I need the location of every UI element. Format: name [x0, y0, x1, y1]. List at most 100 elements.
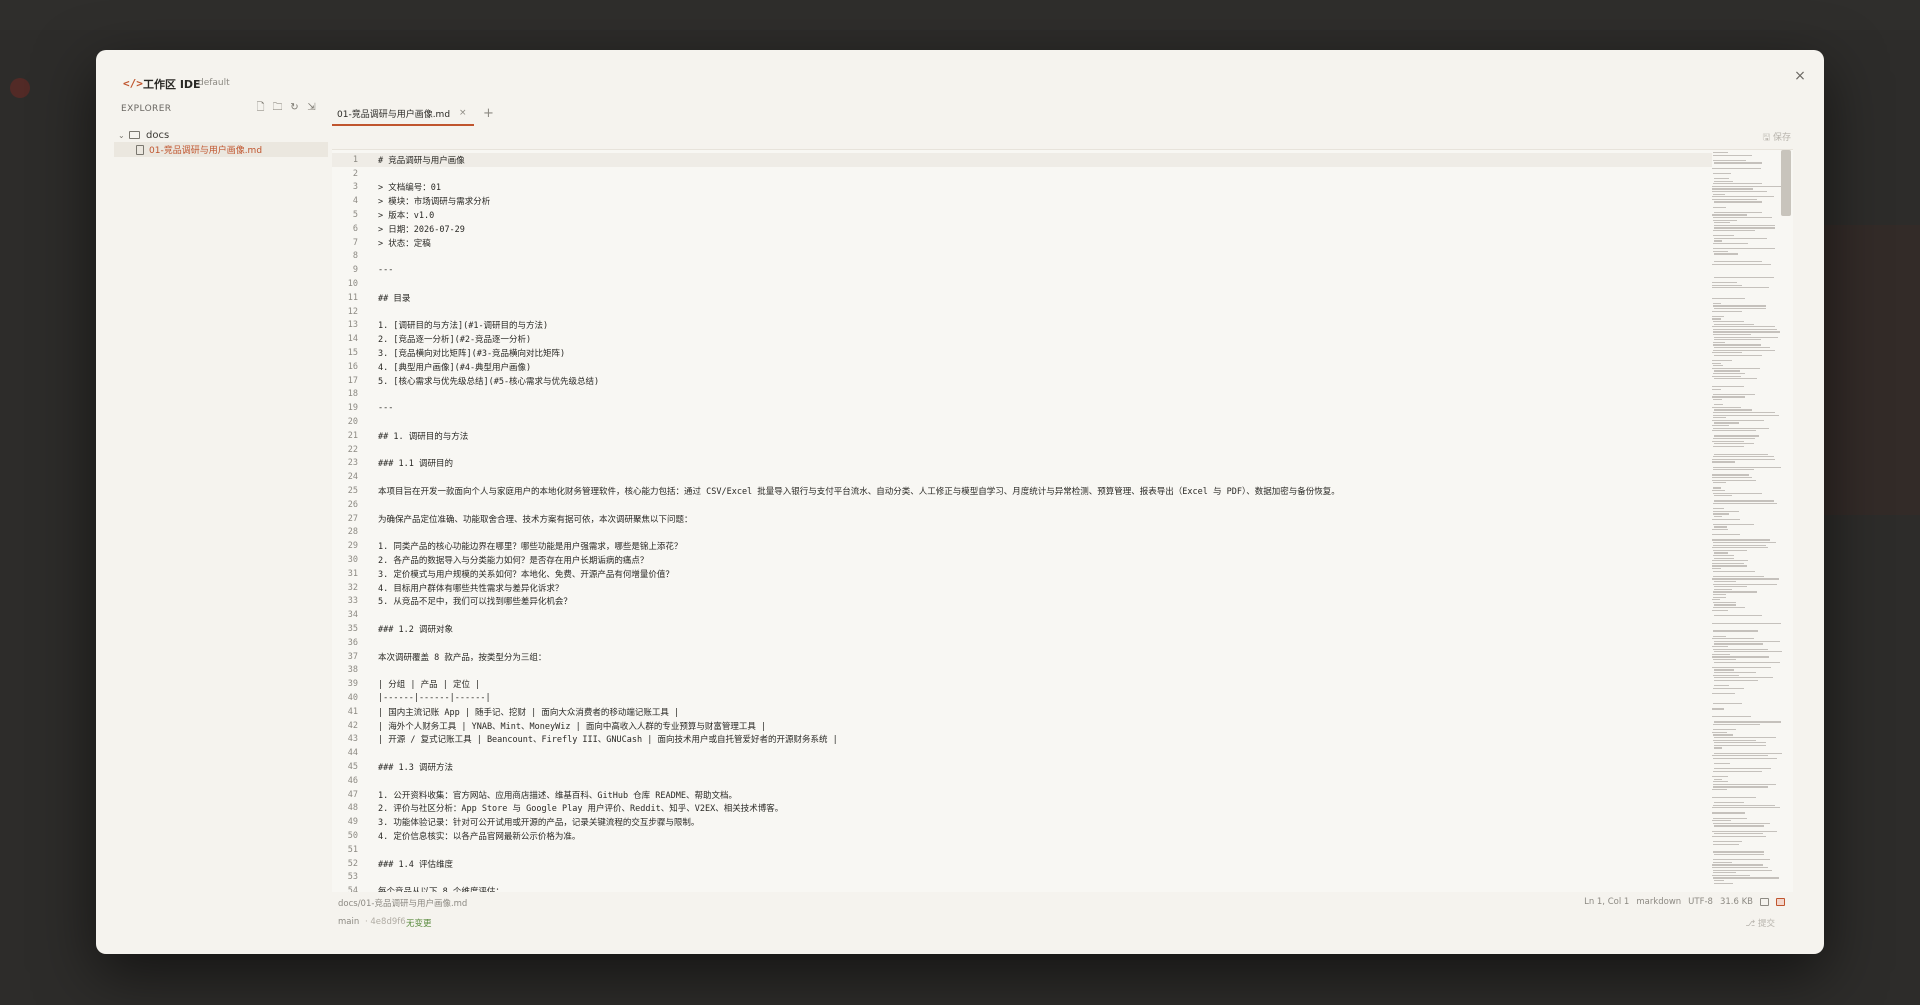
code-editor[interactable]: 54每个竞品从以下 8 个维度评估：5352### 1.4 评估维度51504.… — [332, 149, 1793, 892]
code-line[interactable]: 44 — [332, 746, 1712, 760]
code-line[interactable]: 42 | 海外个人财务工具 | YNAB、Mint、MoneyWiz | 面向中高… — [332, 719, 1712, 733]
code-line[interactable]: 20 — [332, 415, 1712, 429]
code-line[interactable]: 50 4. 定价信息核实：以各产品官网最新公示价格为准。 — [332, 829, 1712, 843]
code-line[interactable]: 24 — [332, 470, 1712, 484]
code-icon: </> — [123, 77, 143, 90]
code-line[interactable]: 38 — [332, 664, 1712, 678]
code-line[interactable]: 5 > 版本：v1.0 — [332, 208, 1712, 222]
line-number: 4 — [352, 196, 358, 207]
code-line[interactable]: 7 > 状态：定稿 — [332, 236, 1712, 250]
code-line[interactable]: 18 — [332, 388, 1712, 402]
code-line[interactable]: 9 --- — [332, 263, 1712, 277]
line-number: 47 — [347, 789, 358, 800]
code-line[interactable]: 29 1. 同类产品的核心功能边界在哪里？哪些功能是用户强需求，哪些是锦上添花？ — [332, 539, 1712, 553]
editor-scrollbar[interactable] — [1781, 150, 1791, 216]
minimap-line — [1713, 594, 1726, 596]
code-line[interactable]: 39 | 分组 | 产品 | 定位 | — [332, 677, 1712, 691]
minimap-line — [1713, 302, 1721, 305]
file-encoding[interactable]: UTF-8 — [1688, 897, 1713, 907]
code-line[interactable]: 16 4. [典型用户画像](#4-典型用户画像) — [332, 360, 1712, 374]
tree-file-item[interactable]: 01-竞品调研与用户画像.md — [114, 142, 328, 157]
minimap-line — [1712, 297, 1745, 299]
code-line[interactable]: 40 |------|------|------| — [332, 691, 1712, 705]
minimap[interactable] — [1708, 150, 1792, 892]
wrap-icon[interactable] — [1760, 898, 1769, 906]
code-line[interactable]: 22 — [332, 443, 1712, 457]
folder-icon — [129, 131, 140, 139]
line-number: 41 — [347, 706, 358, 717]
code-line[interactable]: 47 1. 公开资料收集：官方网站、应用商店描述、维基百科、GitHub 仓库 R… — [332, 788, 1712, 802]
code-line[interactable]: 17 5. [核心需求与优先级总结](#5-核心需求与优先级总结) — [332, 374, 1712, 388]
code-line[interactable]: 51 — [332, 843, 1712, 857]
code-line[interactable]: 33 5. 从竞品不足中，我们可以找到哪些差异化机会？ — [332, 595, 1712, 609]
line-number: 29 — [347, 541, 358, 552]
code-line[interactable]: 27 为确保产品定位准确、功能取舍合理、技术方案有据可依，本次调研聚焦以下问题： — [332, 512, 1712, 526]
code-line[interactable]: 41 | 国内主流记账 App | 随手记、挖财 | 面向大众消费者的移动端记账工… — [332, 705, 1712, 719]
minimap-line — [1714, 768, 1771, 770]
git-bar: main · 4e8d9f6 无变更 ⎇ 提交 — [332, 912, 1793, 932]
line-number: 40 — [347, 693, 358, 704]
collapse-icon[interactable]: ⇲ — [306, 102, 317, 114]
code-line[interactable]: 14 2. [竞品逐一分析](#2-竞品逐一分析) — [332, 332, 1712, 346]
minimap-line — [1712, 599, 1720, 601]
code-line[interactable]: 28 — [332, 526, 1712, 540]
code-line[interactable]: 53 — [332, 871, 1712, 885]
minimap-line — [1712, 638, 1754, 640]
code-line[interactable]: 21 ## 1. 调研目的与方法 — [332, 429, 1712, 443]
code-line[interactable]: 37 本次调研覆盖 8 款产品，按类型分为三组： — [332, 650, 1712, 664]
new-file-icon[interactable]: 🗋 — [255, 102, 266, 114]
code-line[interactable]: 36 — [332, 636, 1712, 650]
line-number: 34 — [347, 610, 358, 621]
git-branch[interactable]: main — [338, 917, 359, 927]
add-tab-button[interactable]: + — [483, 106, 494, 121]
code-line[interactable]: 49 3. 功能体验记录：针对可公开试用或开源的产品，记录关键流程的交互步骤与限制… — [332, 815, 1712, 829]
minimap-line — [1712, 692, 1735, 695]
code-line[interactable]: 19 --- — [332, 401, 1712, 415]
close-button[interactable]: × — [1792, 68, 1808, 84]
code-line[interactable]: 6 > 日期：2026-07-29 — [332, 222, 1712, 236]
code-line[interactable]: 15 3. [竞品横向对比矩阵](#3-竞品横向对比矩阵) — [332, 346, 1712, 360]
save-button[interactable]: 🖫 保存 — [1762, 130, 1791, 146]
code-line[interactable]: 3 > 文档编号：01 — [332, 181, 1712, 195]
code-line[interactable]: 25 本项目旨在开发一款面向个人与家庭用户的本地化财务管理软件，核心能力包括：通过… — [332, 484, 1712, 498]
cursor-position[interactable]: Ln 1, Col 1 — [1584, 897, 1629, 907]
code-line[interactable]: 4 > 模块：市场调研与需求分析 — [332, 194, 1712, 208]
code-line[interactable]: 46 — [332, 774, 1712, 788]
preview-icon[interactable] — [1776, 898, 1785, 906]
code-line[interactable]: 48 2. 评价与社区分析：App Store 与 Google Play 用户评… — [332, 802, 1712, 816]
code-line[interactable]: 31 3. 定价模式与用户规模的关系如何？本地化、免费、开源产品有何增量价值？ — [332, 567, 1712, 581]
new-folder-icon[interactable]: 🗀 — [272, 102, 283, 114]
code-line[interactable]: 11 ## 目录 — [332, 291, 1712, 305]
tab-active-file[interactable]: 01-竞品调研与用户画像.md × — [332, 102, 474, 126]
code-line[interactable]: 1 # 竞品调研与用户画像 — [332, 153, 1712, 167]
code-line[interactable]: 54每个竞品从以下 8 个维度评估： — [332, 884, 1712, 892]
commit-button[interactable]: ⎇ 提交 — [1746, 917, 1776, 929]
code-line[interactable]: 12 — [332, 305, 1712, 319]
code-line[interactable]: 8 — [332, 250, 1712, 264]
minimap-line — [1712, 196, 1774, 198]
tree-folder-docs[interactable]: ⌄ docs — [118, 128, 169, 142]
minimap-line — [1714, 685, 1729, 687]
minimap-line — [1714, 495, 1732, 497]
minimap-line — [1713, 542, 1776, 544]
code-line[interactable]: 34 — [332, 608, 1712, 622]
code-line[interactable]: 45 ### 1.3 调研方法 — [332, 760, 1712, 774]
refresh-icon[interactable]: ↻ — [289, 102, 300, 114]
code-line[interactable]: 10 — [332, 277, 1712, 291]
status-bar: docs/01-竞品调研与用户画像.md Ln 1, Col 1 markdow… — [332, 892, 1793, 912]
code-line[interactable]: 2 — [332, 167, 1712, 181]
minimap-line — [1714, 211, 1762, 214]
code-line[interactable]: 23 ### 1.1 调研目的 — [332, 457, 1712, 471]
code-line[interactable]: 32 4. 目标用户群体有哪些共性需求与差异化诉求？ — [332, 581, 1712, 595]
code-line[interactable]: 30 2. 各产品的数据导入与分类能力如何？是否存在用户长期诟病的痛点？ — [332, 553, 1712, 567]
line-text: ### 1.3 调研方法 — [378, 763, 453, 774]
code-line[interactable]: 43 | 开源 / 复式记账工具 | Beancount、Firefly III、… — [332, 733, 1712, 747]
line-number: 36 — [347, 637, 358, 648]
code-line[interactable]: 26 — [332, 498, 1712, 512]
explorer-header: EXPLORER 🗋 🗀 ↻ ⇲ — [121, 102, 321, 116]
tab-close-icon[interactable]: × — [459, 108, 467, 118]
language-mode[interactable]: markdown — [1636, 897, 1681, 907]
code-line[interactable]: 52 ### 1.4 评估维度 — [332, 857, 1712, 871]
code-line[interactable]: 35 ### 1.2 调研对象 — [332, 622, 1712, 636]
code-line[interactable]: 13 1. [调研目的与方法](#1-调研目的与方法) — [332, 319, 1712, 333]
